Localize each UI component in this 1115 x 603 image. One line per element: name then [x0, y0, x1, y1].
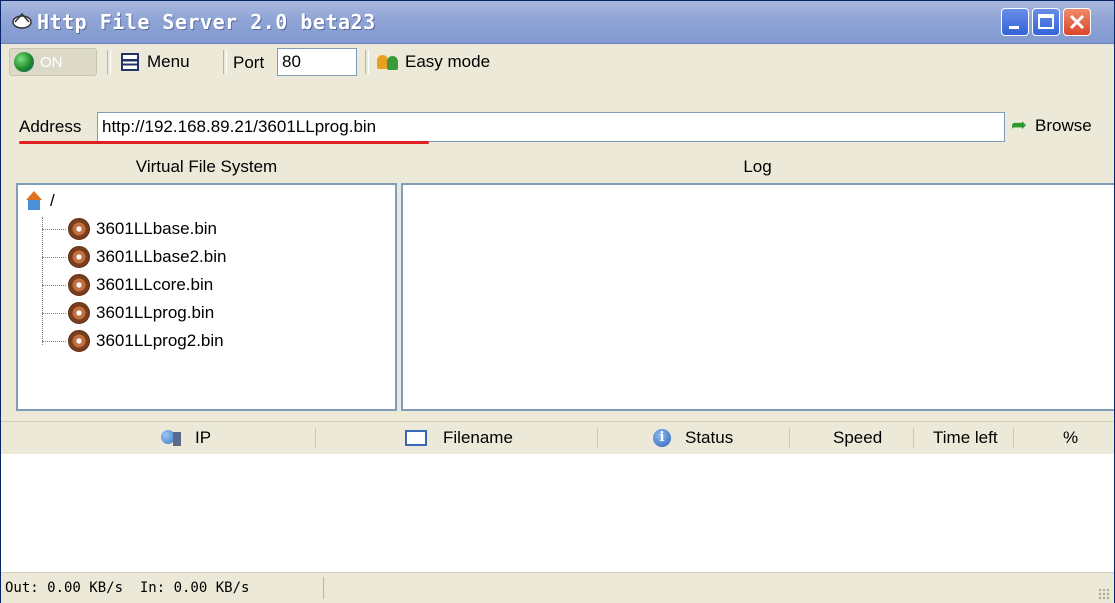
browse-arrow-icon	[1011, 114, 1029, 136]
column-time-left[interactable]: Time left	[933, 422, 998, 454]
users-icon	[377, 53, 399, 71]
menu-button[interactable]: Menu	[121, 49, 190, 75]
file-item-icon	[68, 302, 90, 324]
file-item-icon	[68, 246, 90, 268]
on-label: ON	[40, 54, 63, 71]
address-label: Address	[19, 117, 82, 136]
hfs-app-icon	[12, 12, 32, 29]
virtual-file-system-tree[interactable]: / 3601LLbase.bin 3601LLbase2.bin 3601LLc…	[16, 183, 397, 411]
toolbar-separator	[107, 50, 111, 74]
tree-file-item[interactable]: 3601LLbase2.bin	[42, 243, 226, 271]
computer-icon	[161, 430, 181, 446]
home-icon	[24, 191, 44, 211]
window-icon	[405, 430, 427, 446]
file-item-icon	[68, 274, 90, 296]
file-name: 3601LLbase.bin	[96, 219, 218, 238]
column-separator	[597, 428, 598, 448]
column-separator	[913, 428, 914, 448]
file-name: 3601LLprog2.bin	[96, 331, 224, 350]
column-status-label: Status	[685, 428, 734, 447]
tree-connector	[42, 256, 66, 258]
resize-grip-icon[interactable]	[1098, 588, 1110, 600]
close-icon	[1069, 14, 1085, 30]
maximize-icon	[1038, 14, 1054, 29]
minimize-button[interactable]	[1001, 8, 1029, 36]
status-bar: Out: 0.00 KB/s In: 0.00 KB/s	[1, 572, 1114, 603]
menu-label: Menu	[147, 52, 190, 71]
address-input[interactable]	[97, 112, 1005, 142]
column-speed-label: Speed	[833, 428, 883, 447]
tree-file-item[interactable]: 3601LLcore.bin	[42, 271, 213, 299]
close-button[interactable]	[1063, 8, 1091, 36]
app-window: Http File Server 2.0 beta23 ON Menu Port…	[0, 0, 1115, 603]
browse-button[interactable]: Browse	[1011, 114, 1092, 136]
file-item-icon	[68, 330, 90, 352]
status-separator	[323, 577, 324, 599]
tree-root-label: /	[50, 191, 55, 210]
file-item-icon	[68, 218, 90, 240]
tree-connector	[42, 312, 66, 314]
log-panel[interactable]	[401, 183, 1114, 411]
toolbar-separator	[365, 50, 369, 74]
column-percent[interactable]: %	[1063, 422, 1078, 454]
column-time-left-label: Time left	[933, 428, 998, 447]
vfs-header: Virtual File System	[135, 157, 278, 176]
info-icon: i	[653, 429, 671, 447]
column-filename-label: Filename	[443, 428, 513, 447]
tree-root[interactable]: /	[24, 191, 55, 211]
column-separator	[789, 428, 790, 448]
port-input[interactable]	[277, 48, 357, 76]
column-ip-label: IP	[195, 428, 212, 447]
file-name: 3601LLcore.bin	[96, 275, 214, 294]
toolbar: ON Menu Port Easy mode	[1, 44, 1114, 81]
maximize-button[interactable]	[1032, 8, 1060, 36]
tree-connector	[42, 228, 66, 230]
file-name: 3601LLbase2.bin	[96, 247, 227, 266]
minimize-icon	[1009, 26, 1019, 29]
connections-grid-header: IP Filename i Status Speed Time left %	[1, 421, 1114, 455]
file-name: 3601LLprog.bin	[96, 303, 215, 322]
port-label: Port	[233, 53, 265, 72]
easy-mode-button[interactable]: Easy mode	[377, 49, 490, 75]
column-status[interactable]: i Status	[653, 422, 733, 454]
address-underline	[19, 141, 429, 144]
transfer-rate-status: Out: 0.00 KB/s In: 0.00 KB/s	[5, 580, 250, 596]
tree-file-item[interactable]: 3601LLprog.bin	[42, 299, 214, 327]
column-ip[interactable]: IP	[161, 422, 211, 454]
column-speed[interactable]: Speed	[833, 422, 882, 454]
title-bar[interactable]: Http File Server 2.0 beta23	[1, 1, 1114, 44]
globe-icon	[14, 52, 34, 72]
toolbar-separator	[223, 50, 227, 74]
column-filename[interactable]: Filename	[405, 422, 513, 454]
easy-mode-label: Easy mode	[405, 52, 491, 71]
server-on-button[interactable]: ON	[9, 48, 97, 76]
column-separator	[1013, 428, 1014, 448]
log-header: Log	[743, 157, 772, 176]
menu-icon	[121, 53, 139, 71]
column-separator	[315, 428, 316, 448]
tree-connector	[42, 284, 66, 286]
tree-file-item[interactable]: 3601LLprog2.bin	[42, 327, 224, 355]
tree-connector	[42, 340, 66, 342]
browse-label: Browse	[1035, 116, 1092, 135]
tree-file-item[interactable]: 3601LLbase.bin	[42, 215, 217, 243]
column-percent-label: %	[1063, 428, 1079, 447]
window-title: Http File Server 2.0 beta23	[37, 10, 376, 34]
